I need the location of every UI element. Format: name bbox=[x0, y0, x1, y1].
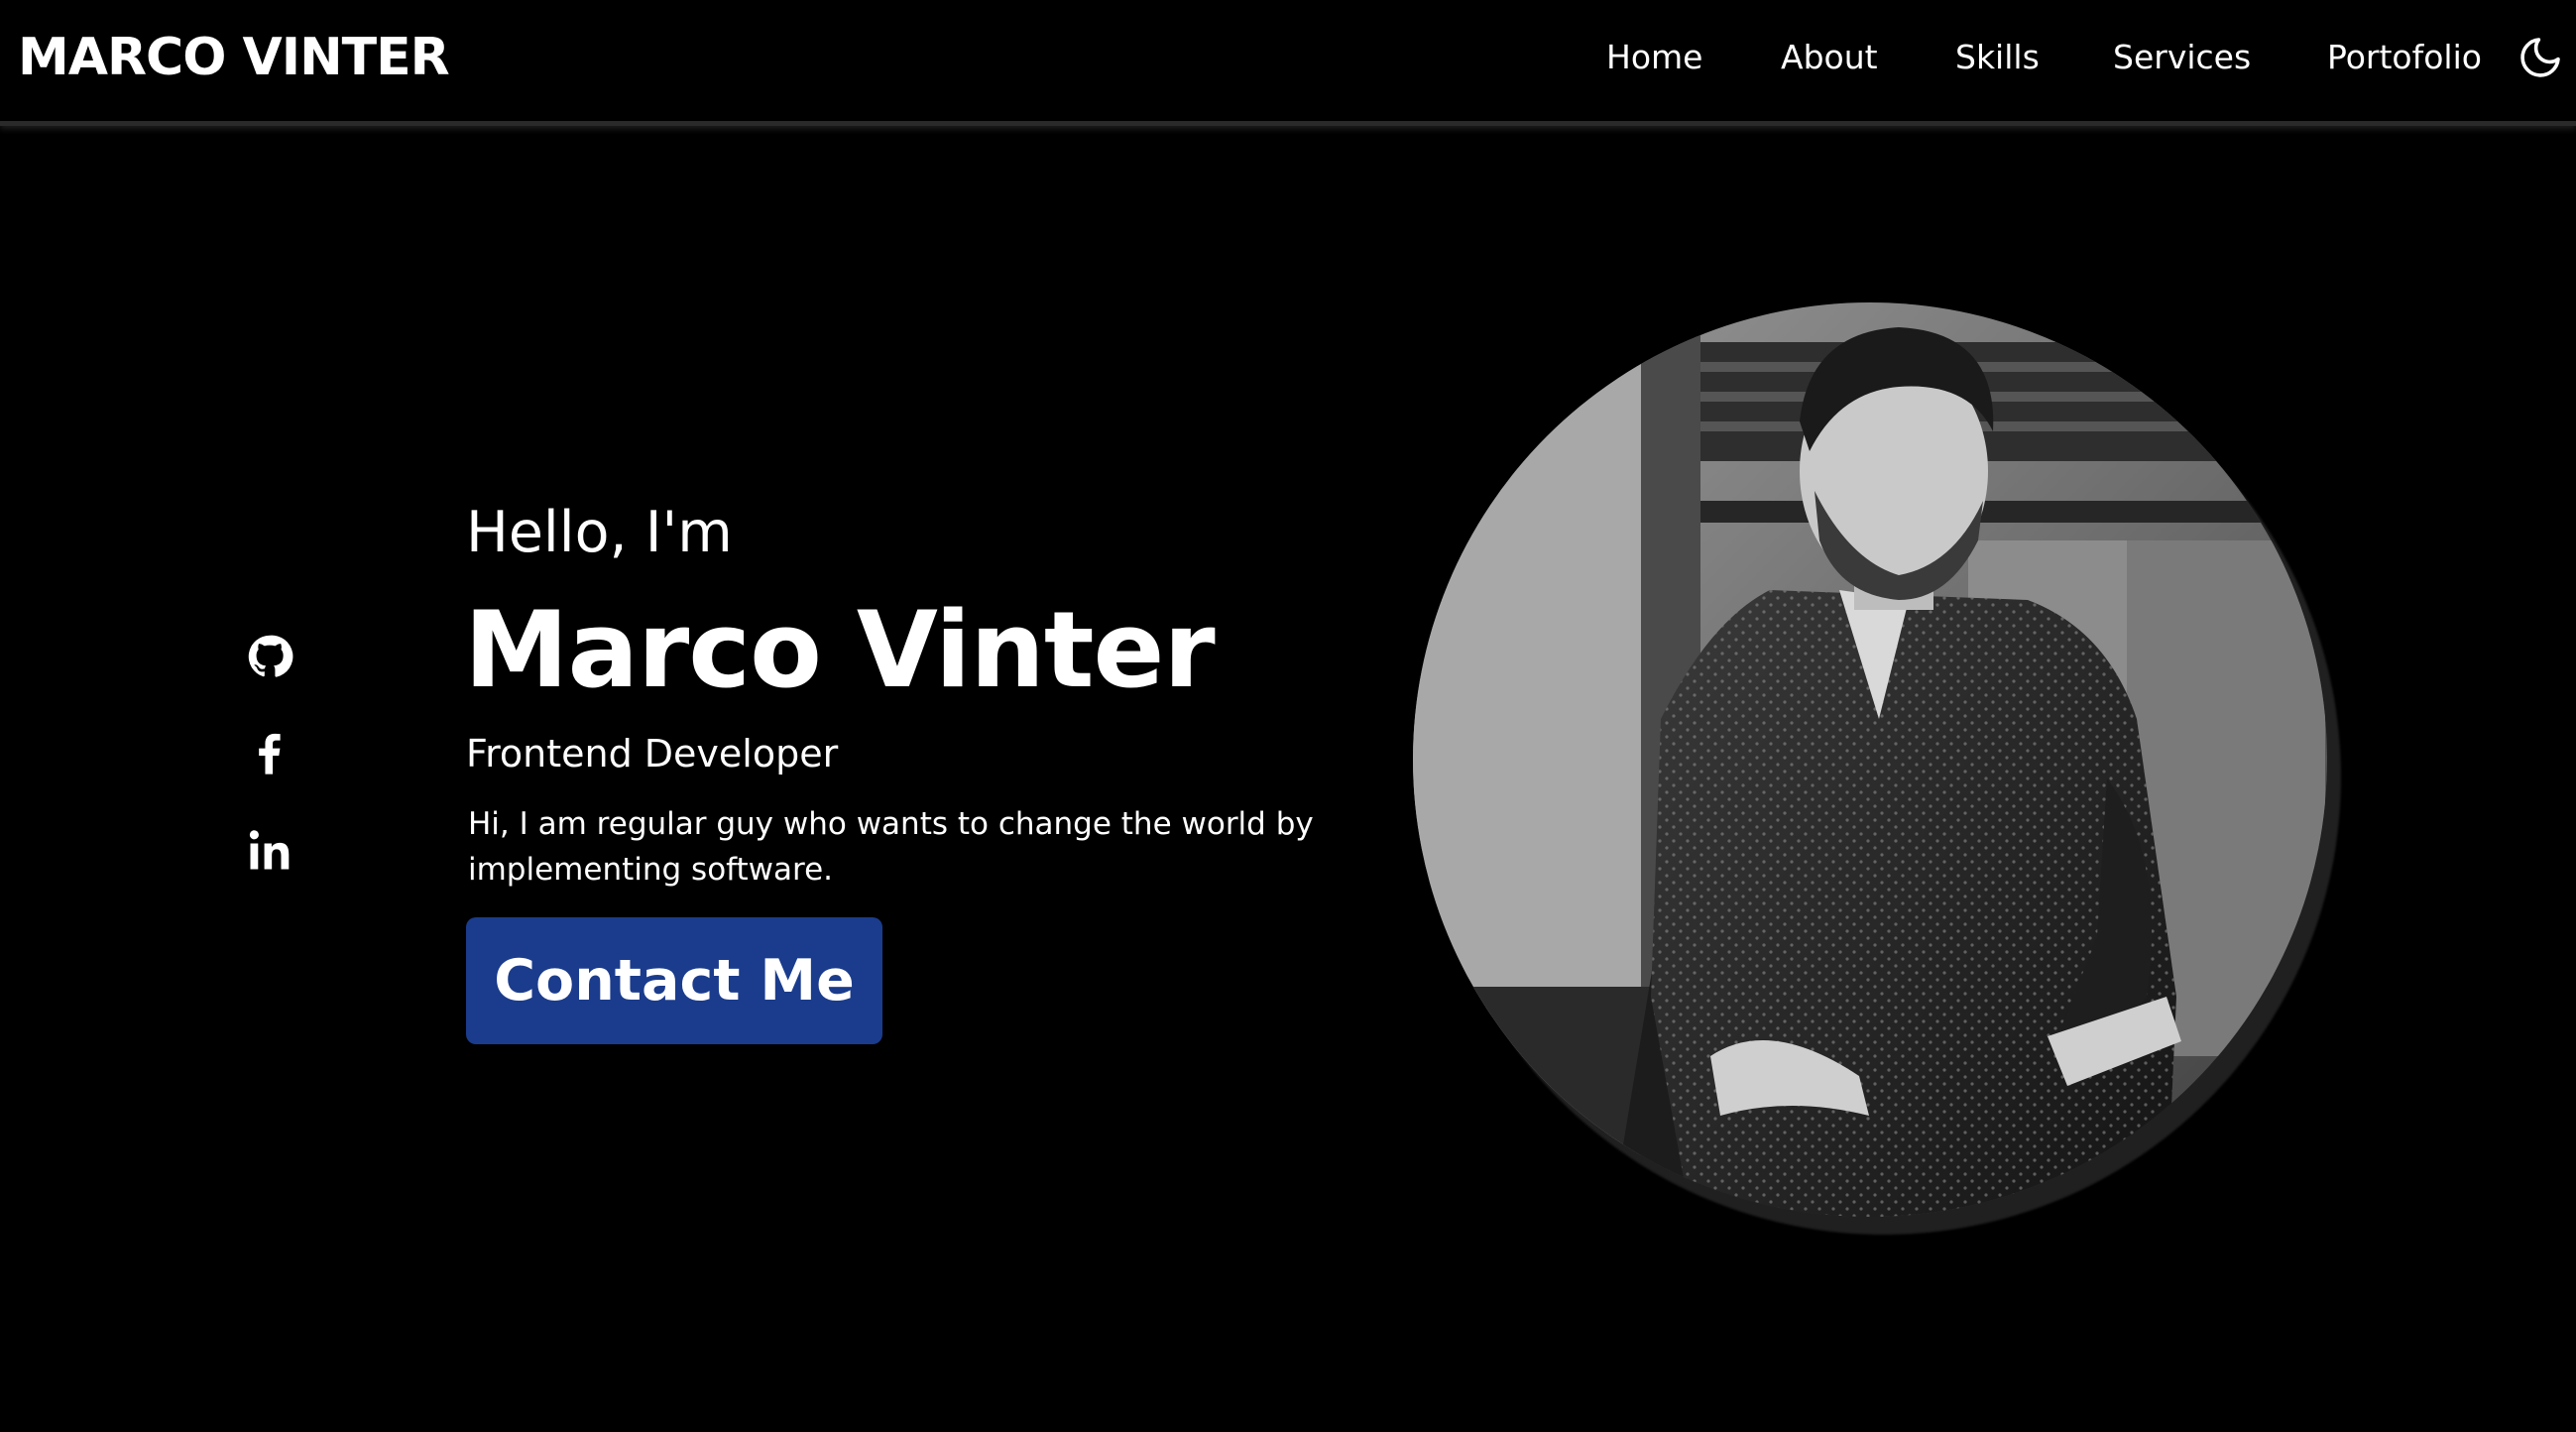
moon-icon[interactable] bbox=[2517, 34, 2564, 81]
profile-photo bbox=[1413, 302, 2327, 1217]
hero-role: Frontend Developer bbox=[466, 732, 839, 776]
hero-name: Marco Vinter bbox=[464, 589, 1216, 711]
nav-link-about[interactable]: About bbox=[1781, 36, 1878, 79]
nav-link-portfolio[interactable]: Portofolio bbox=[2327, 36, 2482, 79]
nav-link-home[interactable]: Home bbox=[1606, 36, 1702, 79]
site-header: MARCO VINTER Home About Skills Services … bbox=[0, 0, 2576, 126]
nav-link-services[interactable]: Services bbox=[2113, 36, 2251, 79]
linkedin-icon[interactable] bbox=[244, 824, 295, 876]
hero-greeting: Hello, I'm bbox=[466, 500, 733, 565]
github-icon[interactable] bbox=[244, 631, 295, 682]
hero-bio: Hi, I am regular guy who wants to change… bbox=[468, 806, 1314, 888]
contact-me-button[interactable]: Contact Me bbox=[466, 917, 882, 1044]
nav-link-skills[interactable]: Skills bbox=[1955, 36, 2040, 79]
site-logo[interactable]: MARCO VINTER bbox=[18, 26, 450, 89]
facebook-icon[interactable] bbox=[244, 727, 295, 778]
